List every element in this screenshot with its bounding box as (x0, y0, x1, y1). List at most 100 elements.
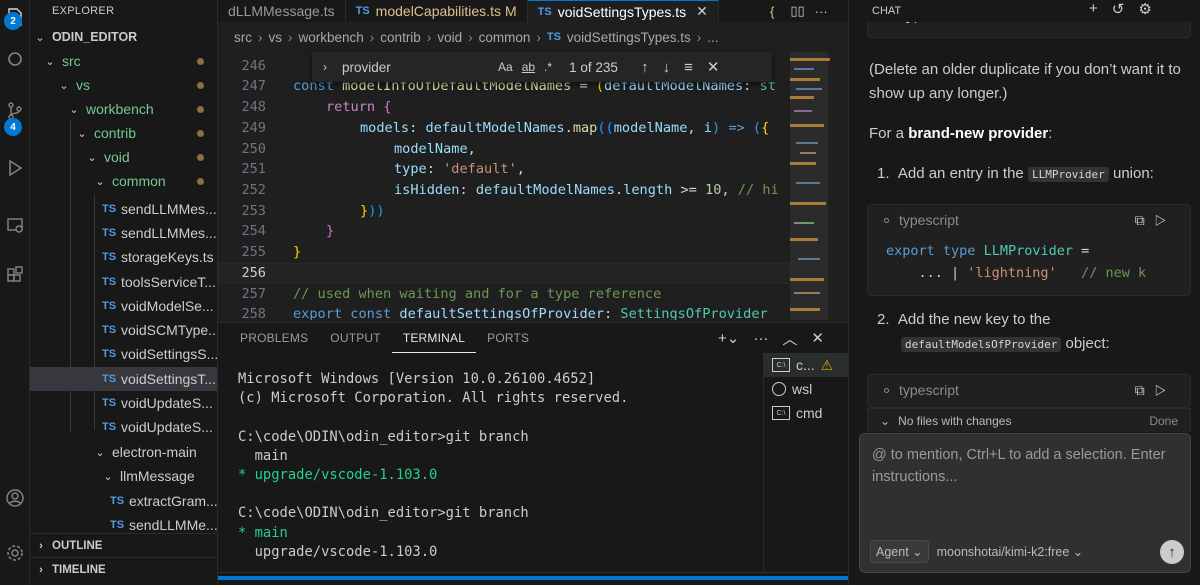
chat-paragraph: For a brand-new provider: (869, 125, 1053, 142)
tree-file-selected[interactable]: TS voidSettingsT... (30, 367, 217, 391)
model-select[interactable]: moonshotai/kimi-k2:free ⌄ (937, 544, 1084, 559)
terminal-line: (c) Microsoft Corporation. All rights re… (238, 390, 629, 407)
breadcrumb-item[interactable]: common (479, 30, 531, 45)
search-icon[interactable] (0, 45, 30, 75)
timeline-section[interactable]: › TIMELINE (30, 557, 217, 581)
gear-icon[interactable]: ⚙ (1138, 0, 1151, 18)
account-icon[interactable] (0, 483, 30, 513)
remote-explorer-icon[interactable] (0, 210, 30, 240)
warning-icon: ⚠ (820, 356, 834, 373)
tree-folder-workbench[interactable]: ⌄ workbench (30, 97, 217, 121)
history-icon[interactable]: ↺ (1112, 0, 1125, 18)
status-bar (218, 572, 848, 585)
close-icon[interactable]: ✕ (707, 58, 720, 76)
explorer-title: EXPLORER (52, 5, 115, 17)
minimap[interactable] (790, 52, 848, 320)
tree-file[interactable]: TS voidSCMType... (30, 318, 217, 342)
copy-apply-icons[interactable]: ⧉▷ (1135, 382, 1176, 399)
tree-file[interactable]: TS toolsServiceT... (30, 270, 217, 294)
chat-input-toolbar: Agent ⌄ moonshotai/kimi-k2:free ⌄ (870, 540, 1083, 563)
code-line: 252 isHidden: defaultModelNames.length >=… (241, 182, 779, 199)
tree-folder-void[interactable]: ⌄ void (30, 145, 217, 169)
tree-file[interactable]: TS sendLLMMes... (30, 221, 217, 245)
tree-folder-src[interactable]: ⌄ src (30, 49, 217, 73)
outline-section[interactable]: › OUTLINE (30, 533, 217, 557)
breadcrumb: src › vs › workbench › contrib › void › commo… (234, 29, 719, 45)
tree-file[interactable]: TS voidUpdateS... (30, 391, 217, 415)
tree-file[interactable]: TS voidSettingsS... (30, 342, 217, 366)
chat-step: 2. Add the new key to the (877, 311, 1051, 328)
terminal-item[interactable]: wsl (764, 377, 848, 401)
code-block: typescript ⧉▷ (867, 374, 1191, 408)
tree-file[interactable]: TS sendLLMMes... (30, 197, 217, 221)
code-line: 251 type: 'default', (241, 161, 525, 178)
manage-gear-icon[interactable] (0, 538, 30, 568)
breadcrumb-item[interactable]: contrib (380, 30, 421, 45)
ts-file-icon: TS (110, 495, 125, 507)
more-actions-icon[interactable]: ··· (753, 330, 768, 347)
tree-file[interactable]: TS voidUpdateS... (30, 415, 217, 439)
close-icon[interactable]: ✕ (811, 329, 824, 347)
done-button[interactable]: Done (1149, 414, 1178, 428)
tree-folder-contrib[interactable]: ⌄ contrib (30, 121, 217, 145)
tree-folder-vs[interactable]: ⌄ vs (30, 73, 217, 97)
close-icon[interactable]: ✕ (696, 3, 708, 20)
explorer-badge: 2 (4, 12, 22, 30)
terminal-item[interactable]: C:\ c... ⚠ (764, 353, 848, 377)
tab-voidsettingstypes[interactable]: TS voidSettingsTypes.ts ✕ (527, 0, 719, 22)
arrow-up-icon[interactable]: ↑ (641, 59, 649, 76)
copy-apply-icons[interactable]: ⧉▷ (1135, 212, 1176, 229)
tree-folder-electron-main[interactable]: ⌄ electron-main (30, 440, 217, 464)
tab-terminal[interactable]: TERMINAL (391, 323, 477, 353)
tab-dllmmessage[interactable]: dLLMMessage.ts (218, 0, 346, 22)
maximize-panel-icon[interactable]: ︿ (782, 328, 797, 349)
terminal-output[interactable]: Microsoft Windows [Version 10.0.26100.46… (238, 371, 628, 563)
ts-file-icon: TS (102, 348, 117, 360)
new-chat-icon[interactable]: + (1089, 0, 1098, 17)
chat-input[interactable]: @ to mention, Ctrl+L to add a selection.… (872, 444, 1182, 488)
code-line: export type LLMProvider = (886, 243, 1090, 259)
tab-output[interactable]: OUTPUT (319, 323, 392, 353)
split-editor-icon[interactable]: ▯▯ (790, 3, 804, 19)
mode-select[interactable]: Agent ⌄ (870, 540, 929, 563)
new-terminal-icon[interactable]: +⌄ (718, 329, 739, 347)
terminal-item[interactable]: C:\ cmd (764, 401, 848, 425)
chat-messages[interactable]: ], (Delete an older duplicate if you don… (849, 0, 1200, 430)
find-in-selection-icon[interactable]: ≡ (684, 59, 693, 76)
tab-modelcapabilities[interactable]: TS modelCapabilities.ts M (346, 0, 528, 22)
toggle-replace-icon[interactable]: › (312, 60, 338, 74)
changed-files-bar[interactable]: ⌄ No files with changes Done (867, 408, 1191, 432)
more-actions-icon[interactable]: ··· (815, 4, 828, 19)
whole-word-toggle[interactable]: ab (522, 60, 535, 74)
find-input[interactable]: provider (338, 60, 498, 75)
tree-folder-llmmessage[interactable]: ⌄ llmMessage (30, 464, 217, 488)
breadcrumb-item[interactable]: src (234, 30, 252, 45)
workspace-root[interactable]: ⌄ ODIN_EDITOR (30, 25, 217, 49)
tree-file[interactable]: TS extractGram... (30, 489, 217, 513)
tab-ports[interactable]: PORTS (476, 323, 540, 353)
ts-file-icon: TS (102, 276, 117, 288)
tree-folder-common[interactable]: ⌄ common (30, 169, 217, 193)
arrow-down-icon[interactable]: ↓ (663, 59, 671, 76)
ts-file-icon: TS (102, 421, 117, 433)
code-editor[interactable]: 246 247 const modelInfoOfDefaultModelName… (218, 52, 790, 320)
terminal-list: C:\ c... ⚠ wsl C:\ cmd (763, 353, 848, 573)
tree-file[interactable]: TS storageKeys.ts (30, 245, 217, 269)
breadcrumb-item[interactable]: ... (707, 30, 718, 45)
match-case-toggle[interactable]: Aa (498, 60, 513, 74)
breadcrumb-item[interactable]: vs (269, 30, 283, 45)
breadcrumb-item[interactable]: workbench (299, 30, 364, 45)
breadcrumb-item[interactable]: void (437, 30, 462, 45)
breadcrumb-item[interactable]: voidSettingsTypes.ts (567, 30, 691, 45)
regex-toggle[interactable]: .* (544, 60, 552, 74)
terminal-line: * main (238, 524, 288, 541)
tab-problems[interactable]: PROBLEMS (218, 323, 319, 353)
send-button[interactable]: ↑ (1160, 540, 1184, 564)
run-debug-icon[interactable] (0, 153, 30, 183)
tab-overflow[interactable]: { (770, 4, 774, 19)
code-block: typescript ⧉▷ export type LLMProvider = .… (867, 204, 1191, 296)
extensions-icon[interactable] (0, 261, 30, 291)
terminal-line: C:\code\ODIN\odin_editor>git branch (238, 505, 529, 522)
chat-input-box[interactable]: @ to mention, Ctrl+L to add a selection.… (859, 433, 1191, 573)
tree-file[interactable]: TS voidModelSe... (30, 294, 217, 318)
